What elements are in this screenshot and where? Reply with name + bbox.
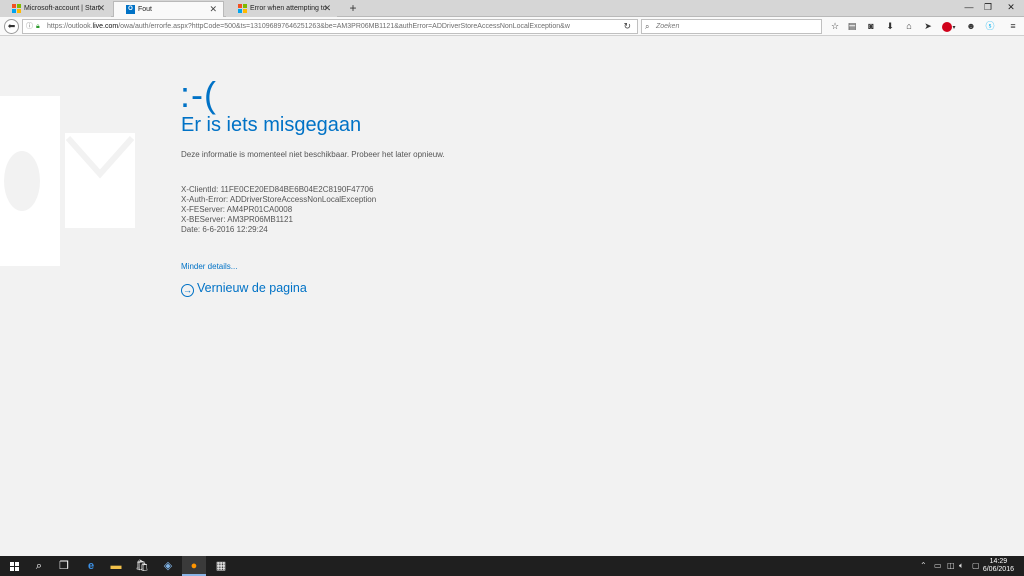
refresh-page-link[interactable]: → Vernieuw de pagina	[181, 281, 307, 297]
close-window-button[interactable]: ✕	[1000, 0, 1022, 16]
calculator-icon[interactable]: ▦	[209, 556, 233, 576]
new-tab-button[interactable]: +	[346, 0, 360, 16]
close-tab-icon[interactable]: ✕	[323, 1, 331, 16]
tab-label: Fout	[138, 6, 153, 13]
microsoft-logo-icon	[238, 4, 247, 13]
close-tab-icon[interactable]: ✕	[97, 1, 105, 16]
menu-hamburger-icon[interactable]: ≡	[1006, 19, 1020, 34]
navigation-bar: ⬅ ⓘ 🔒︎ https://outlook.live.com/owa/auth…	[0, 17, 1024, 36]
restore-button[interactable]: ❐	[977, 0, 999, 16]
diagnostic-line: X-FEServer: AM4PR01CA0008	[181, 205, 293, 214]
skype-icon[interactable]: ⓢ	[983, 19, 997, 34]
edge-icon[interactable]: e	[79, 556, 103, 576]
clock[interactable]: 14:29 6/06/2016	[983, 558, 1014, 574]
less-details-link[interactable]: Minder details...	[181, 262, 237, 271]
close-tab-icon[interactable]: ✕	[209, 2, 217, 17]
volume-icon[interactable]: 🔈︎	[959, 556, 964, 576]
url-text[interactable]: https://outlook.live.com/owa/auth/errorf…	[47, 20, 612, 33]
diagnostic-line: X-Auth-Error: ADDriverStoreAccessNonLoca…	[181, 195, 377, 204]
bookmarks-library-icon[interactable]: ▤	[845, 19, 859, 34]
refresh-label: Vernieuw de pagina	[197, 281, 307, 295]
search-icon: ⌕	[645, 22, 650, 31]
windows-logo-icon	[9, 561, 19, 571]
notifications-icon[interactable]: ▢	[972, 556, 980, 576]
sad-face: :-(	[180, 74, 217, 115]
tab-microsoft-account[interactable]: Microsoft-account | Start ✕	[0, 1, 111, 17]
microsoft-logo-icon	[12, 4, 21, 13]
download-icon[interactable]: ⬇	[883, 19, 897, 34]
search-taskbar-icon[interactable]: ⌕	[27, 556, 51, 576]
task-view-icon[interactable]: ❐	[52, 556, 76, 576]
reload-icon[interactable]: ↻	[623, 20, 631, 33]
lock-icon[interactable]: 🔒︎	[36, 20, 40, 33]
error-description: Deze informatie is momenteel niet beschi…	[181, 150, 445, 159]
tab-fout[interactable]: O Fout ✕	[113, 1, 224, 17]
adblock-icon[interactable]: ▾	[940, 19, 958, 34]
info-icon[interactable]: ⓘ	[26, 20, 33, 33]
page-content: :-( Er is iets misgegaan Deze informatie…	[0, 36, 1024, 556]
bookmark-star-icon[interactable]: ☆	[828, 19, 842, 34]
firefox-icon[interactable]: ●	[182, 556, 206, 576]
network-icon[interactable]: ◫	[947, 556, 955, 576]
tab-label: Microsoft-account | Start	[24, 5, 100, 12]
tab-error-attempting[interactable]: Error when attempting to ... ✕	[226, 1, 337, 17]
tray-app-icon[interactable]: ▭	[934, 556, 942, 576]
arrow-right-circle-icon: →	[181, 284, 194, 297]
app-icon[interactable]: ◈	[156, 556, 180, 576]
diagnostic-line: Date: 6-6-2016 12:29:24	[181, 225, 268, 234]
taskbar: ⌕ ❐ e ▬ 🛍︎ ◈ ● ▦ ⌃ ▭ ◫ 🔈︎ ▢ 14:29 6/06/2…	[0, 556, 1024, 576]
tab-strip: Microsoft-account | Start ✕ O Fout ✕ Err…	[0, 0, 1024, 17]
chat-icon[interactable]: ☻	[964, 19, 978, 34]
pocket-icon[interactable]: ◙	[864, 19, 878, 34]
start-button[interactable]	[2, 556, 26, 576]
file-explorer-icon[interactable]: ▬	[104, 556, 128, 576]
outlook-watermark-logo	[0, 96, 135, 266]
home-icon[interactable]: ⌂	[902, 19, 916, 34]
diagnostic-line: X-ClientId: 11FE0CE20ED84BE6B04E2C8190F4…	[181, 185, 374, 194]
diagnostic-line: X-BEServer: AM3PR06MB1121	[181, 215, 293, 224]
search-input[interactable]: ⌕ Zoeken	[641, 19, 822, 34]
outlook-icon: O	[126, 5, 135, 14]
diagnostic-details: X-ClientId: 11FE0CE20ED84BE6B04E2C8190F4…	[181, 185, 376, 235]
clock-time: 14:29	[989, 558, 1008, 565]
url-bar[interactable]: ⓘ 🔒︎ https://outlook.live.com/owa/auth/e…	[22, 19, 638, 34]
back-arrow-icon: ⬅	[7, 21, 16, 31]
clock-date: 6/06/2016	[982, 566, 1014, 573]
store-icon[interactable]: 🛍︎	[130, 556, 154, 576]
tray-expand-icon[interactable]: ⌃	[920, 556, 927, 576]
page-title: Er is iets misgegaan	[181, 114, 362, 136]
tab-label: Error when attempting to ...	[250, 5, 330, 12]
back-button[interactable]: ⬅	[4, 19, 19, 34]
send-icon[interactable]: ➤	[921, 19, 935, 34]
